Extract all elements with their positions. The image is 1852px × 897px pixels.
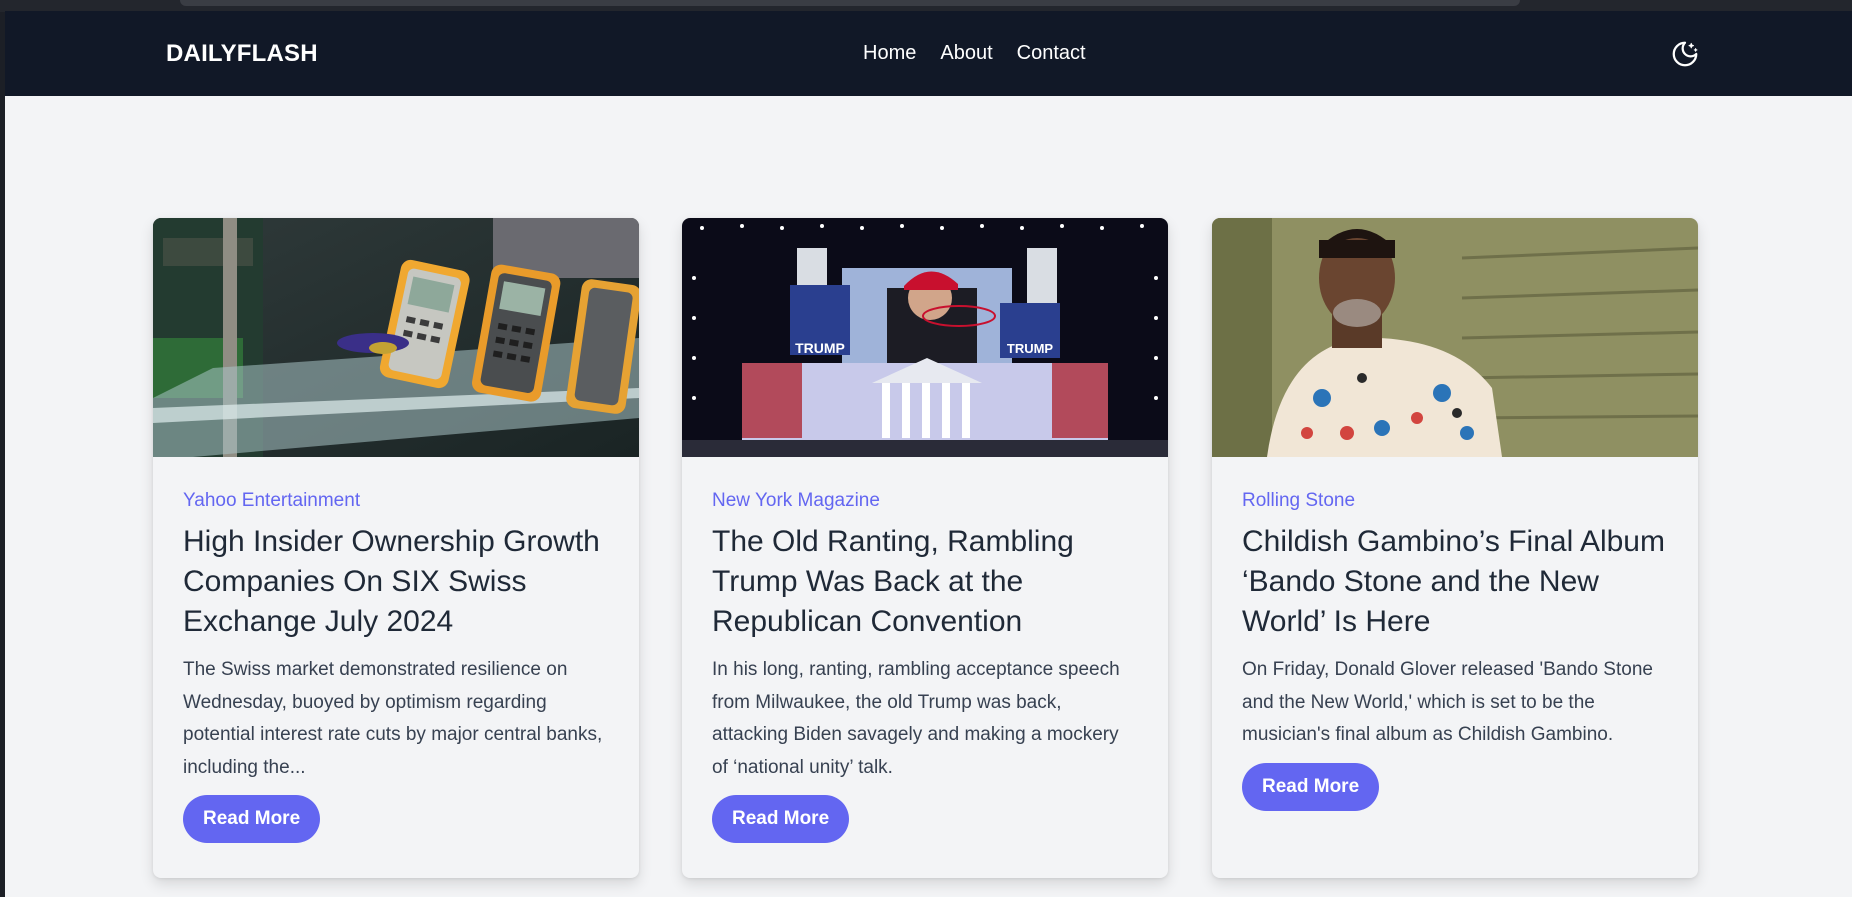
read-more-button[interactable]: Read More (183, 795, 321, 843)
article-title[interactable]: The Old Ranting, Rambling Trump Was Back… (712, 522, 1138, 642)
article-thumbnail-convention[interactable]: TRUMP TRUMP (682, 218, 1168, 457)
article-card: Yahoo Entertainment High Insider Ownersh… (153, 218, 639, 878)
article-title[interactable]: High Insider Ownership Growth Companies … (183, 522, 609, 642)
svg-text:TRUMP: TRUMP (795, 340, 845, 356)
nav-links: Home About Contact (863, 42, 1086, 65)
browser-address-bar (180, 0, 1520, 6)
page-viewport: DAILYFLASH Home About Contact Yahoo Ente… (5, 11, 1852, 897)
nav-contact-link[interactable]: Contact (1017, 42, 1086, 65)
article-excerpt: In his long, ranting, rambling acceptanc… (712, 659, 1120, 778)
read-more-button[interactable]: Read More (712, 795, 850, 843)
theme-toggle-button[interactable] (1670, 39, 1700, 69)
article-excerpt: On Friday, Donald Glover released 'Bando… (1242, 659, 1653, 745)
article-card: Rolling Stone Childish Gambino’s Final A… (1212, 218, 1698, 878)
nav-about-link[interactable]: About (940, 42, 992, 65)
moon-stars-icon (1672, 41, 1698, 67)
nav-home-link[interactable]: Home (863, 42, 916, 65)
navbar: DAILYFLASH Home About Contact (5, 11, 1852, 96)
article-thumbnail-portrait[interactable] (1212, 218, 1698, 457)
article-excerpt: The Swiss market demonstrated resilience… (183, 659, 603, 778)
article-card: TRUMP TRUMP New York Magazine The Old Ra… (682, 218, 1168, 878)
article-source[interactable]: New York Magazine (712, 490, 1138, 512)
read-more-button[interactable]: Read More (1242, 762, 1380, 811)
article-title[interactable]: Childish Gambino’s Final Album ‘Bando St… (1242, 522, 1668, 642)
article-source[interactable]: Yahoo Entertainment (183, 490, 609, 512)
brand-logo[interactable]: DAILYFLASH (166, 40, 318, 68)
svg-text:TRUMP: TRUMP (1007, 341, 1054, 356)
article-thumbnail-meters[interactable] (153, 218, 639, 457)
article-source[interactable]: Rolling Stone (1242, 490, 1668, 512)
